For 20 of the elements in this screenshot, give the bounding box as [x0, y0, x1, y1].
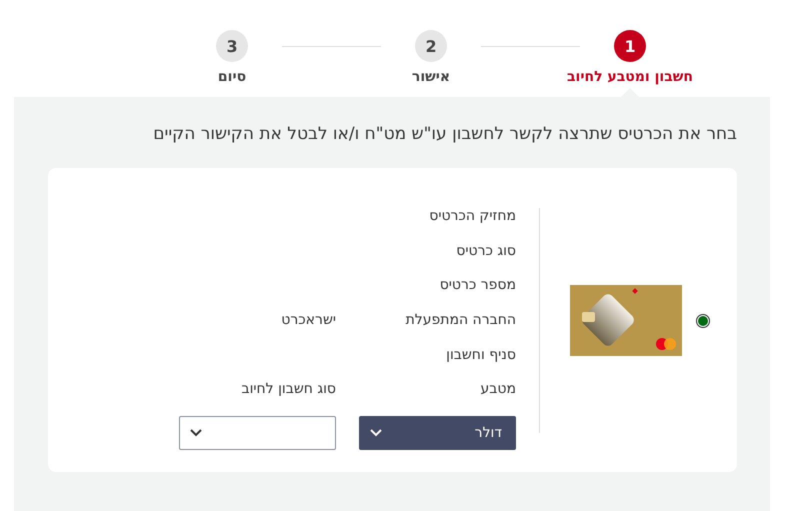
field-label: מחזיק הכרטיס — [428, 208, 516, 224]
step-label: חשבון ומטבע לחיוב — [567, 69, 693, 85]
step-label: סיום — [218, 69, 246, 85]
field-label: סוג חשבון לחיוב — [240, 381, 336, 398]
field-label: מטבע — [480, 381, 516, 398]
step-number: 2 — [415, 30, 447, 62]
radio-button[interactable] — [696, 314, 710, 328]
dropdown[interactable] — [179, 416, 336, 450]
field-value: ישראכרט — [280, 312, 336, 328]
field-label: מספר כרטיס — [438, 277, 516, 294]
field-label: סוג כרטיס — [455, 242, 516, 259]
chevron-down-icon — [370, 429, 382, 438]
field-label: סניף וחשבון — [445, 346, 516, 363]
field-label: החברה המתפעלת — [404, 312, 516, 328]
page-title: בחר את הכרטיס שתרצה לקשר לחשבון עו"ש מט"ח ו/או לבטל את הקישור הקיים — [152, 124, 737, 144]
step-number: 1 — [614, 30, 646, 62]
dropdown[interactable]: דולר — [359, 416, 516, 450]
chevron-down-icon — [190, 429, 202, 438]
step-label: אישור — [412, 69, 450, 85]
step-number: 3 — [216, 30, 248, 62]
